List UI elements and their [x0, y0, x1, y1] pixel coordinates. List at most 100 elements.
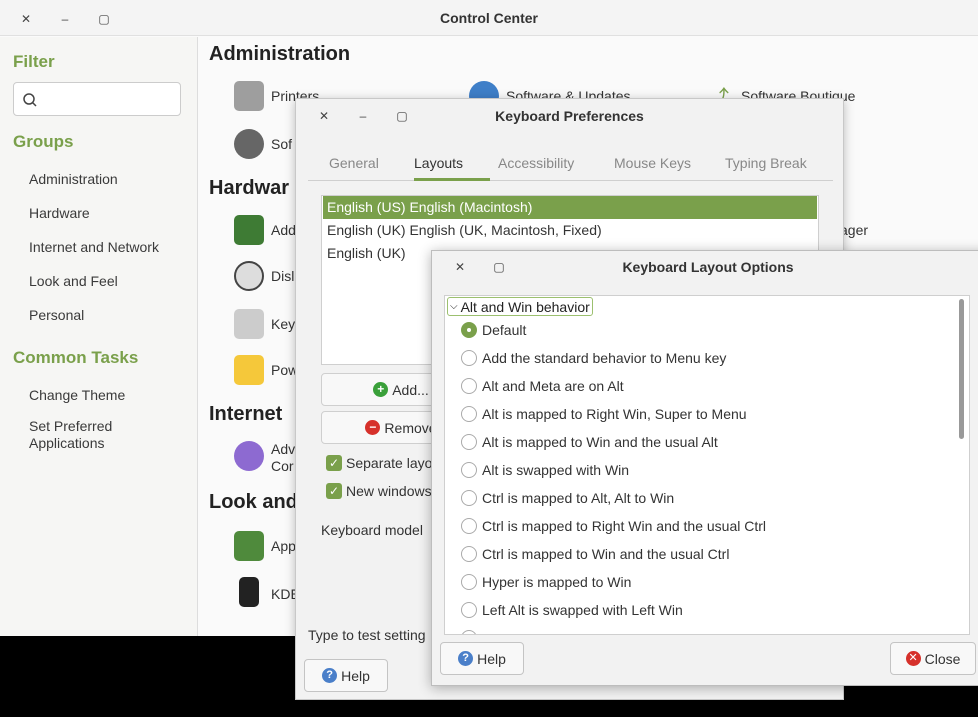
- tab-accessibility[interactable]: Accessibility: [498, 155, 574, 171]
- active-tab-indicator: [414, 178, 490, 181]
- option-alt-meta[interactable]: Alt and Meta are on Alt: [461, 376, 624, 396]
- help-button[interactable]: ? Help: [440, 642, 524, 675]
- option-label: Add the standard behavior to Menu key: [482, 350, 727, 366]
- tab-bar: General Layouts Accessibility Mouse Keys…: [308, 147, 833, 181]
- option-hyper-win[interactable]: Hyper is mapped to Win: [461, 572, 631, 592]
- section-administration: Administration: [209, 43, 351, 65]
- new-windows-label: New windows: [346, 483, 432, 499]
- option-label: Hyper is mapped to Win: [482, 574, 632, 590]
- close-icon: ✕: [905, 651, 921, 666]
- radio: [461, 574, 477, 590]
- radio-checked: [461, 322, 477, 338]
- option-label: Alt is swapped with Win: [482, 462, 630, 478]
- option-default[interactable]: Default: [461, 320, 526, 340]
- separate-layout-checkbox[interactable]: ✓: [326, 455, 342, 471]
- keyboard-layout-options-window: ✕ ▢ Keyboard Layout Options ⌵ Alt and Wi…: [431, 250, 978, 686]
- help-icon: ?: [322, 668, 338, 683]
- item-software-sources[interactable]: Sof: [271, 136, 292, 152]
- group-label: Alt and Win behavior: [460, 298, 590, 315]
- radio: [461, 490, 477, 506]
- tree-group-alt-win[interactable]: ⌵ Alt and Win behavior: [447, 297, 593, 316]
- option-partial[interactable]: [461, 628, 482, 634]
- option-alt-win-usual[interactable]: Alt is mapped to Win and the usual Alt: [461, 432, 718, 452]
- sidebar-item-look-and-feel[interactable]: Look and Feel: [29, 273, 118, 289]
- tab-layouts[interactable]: Layouts: [414, 155, 463, 171]
- option-label: Alt and Meta are on Alt: [482, 378, 624, 394]
- chevron-down-icon: ⌵: [450, 301, 458, 312]
- type-to-test-label: Type to test setting: [308, 627, 426, 643]
- option-menu-key[interactable]: Add the standard behavior to Menu key: [461, 348, 726, 368]
- add-button-label: Add...: [392, 381, 429, 398]
- help-button-label: Help: [341, 667, 370, 684]
- section-internet: Internet: [209, 403, 283, 425]
- new-windows-checkbox[interactable]: ✓: [326, 483, 342, 499]
- sidebar-item-administration[interactable]: Administration: [29, 171, 118, 187]
- scrollbar[interactable]: [957, 297, 965, 633]
- section-hardware: Hardwar: [209, 177, 290, 199]
- item-manager[interactable]: ager: [840, 222, 868, 238]
- item-display[interactable]: Disl: [271, 268, 294, 284]
- printer-icon: [234, 81, 264, 111]
- close-button-label: Close: [924, 650, 961, 667]
- item-appearance[interactable]: App: [271, 538, 296, 554]
- appearance-icon: [234, 531, 264, 561]
- filter-heading: Filter: [13, 52, 55, 71]
- option-label: Alt is mapped to Right Win, Super to Men…: [482, 406, 747, 422]
- control-center-titlebar: ✕ – ▢ Control Center: [0, 0, 978, 36]
- window-title: Keyboard Layout Options: [622, 259, 794, 275]
- radio: [461, 406, 477, 422]
- display-icon: [234, 261, 264, 291]
- option-alt-swapped-win[interactable]: Alt is swapped with Win: [461, 460, 629, 480]
- item-connections[interactable]: Cor: [271, 458, 294, 474]
- option-label: Alt is mapped to Win and the usual Alt: [482, 434, 718, 450]
- option-ctrl-win[interactable]: Ctrl is mapped to Win and the usual Ctrl: [461, 544, 729, 564]
- sidebar-item-hardware[interactable]: Hardware: [29, 205, 90, 221]
- task-change-theme[interactable]: Change Theme: [29, 387, 125, 403]
- option-left-alt-swapped[interactable]: Left Alt is swapped with Left Win: [461, 600, 683, 620]
- option-label: Default: [482, 322, 527, 338]
- option-label: Left Alt is swapped with Left Win: [482, 602, 683, 618]
- keyboard-model-label: Keyboard model: [321, 522, 423, 538]
- item-advanced[interactable]: Adv: [271, 441, 295, 457]
- radio: [461, 434, 477, 450]
- help-icon: ?: [458, 651, 474, 666]
- option-label: Ctrl is mapped to Win and the usual Ctrl: [482, 546, 730, 562]
- separate-layout-label: Separate layo: [346, 455, 433, 471]
- help-button-label: Help: [477, 650, 506, 667]
- network-icon: [234, 441, 264, 471]
- kde-icon: [239, 577, 259, 607]
- plus-icon: +: [373, 382, 389, 397]
- window-title: Keyboard Preferences: [495, 108, 644, 124]
- power-icon: [234, 355, 264, 385]
- sidebar-item-internet-network[interactable]: Internet and Network: [29, 239, 159, 255]
- option-ctrl-right-win[interactable]: Ctrl is mapped to Right Win and the usua…: [461, 516, 766, 536]
- help-button[interactable]: ? Help: [304, 659, 388, 692]
- section-look-and-feel: Look and: [209, 491, 298, 513]
- remove-button-label: Remove: [384, 419, 437, 436]
- option-alt-right-win[interactable]: Alt is mapped to Right Win, Super to Men…: [461, 404, 747, 424]
- search-icon: [23, 93, 37, 107]
- sidebar-item-personal[interactable]: Personal: [29, 307, 84, 323]
- task-set-preferred-applications[interactable]: Set Preferred Applications: [29, 418, 112, 452]
- tab-general[interactable]: General: [329, 155, 379, 171]
- radio: [461, 630, 477, 634]
- tab-typing-break[interactable]: Typing Break: [725, 155, 807, 171]
- options-tree: ⌵ Alt and Win behavior Default Add the s…: [444, 295, 970, 635]
- list-item[interactable]: English (US) English (Macintosh): [323, 196, 817, 219]
- close-button[interactable]: ✕ Close: [890, 642, 976, 675]
- list-item[interactable]: English (UK) English (UK, Macintosh, Fix…: [323, 219, 817, 242]
- radio: [461, 350, 477, 366]
- software-sources-icon: [234, 129, 264, 159]
- option-ctrl-alt-win[interactable]: Ctrl is mapped to Alt, Alt to Win: [461, 488, 674, 508]
- radio: [461, 462, 477, 478]
- item-keyboard[interactable]: Key: [271, 316, 295, 332]
- tab-mouse-keys[interactable]: Mouse Keys: [614, 155, 691, 171]
- common-tasks-heading: Common Tasks: [13, 348, 139, 367]
- keyboard-icon: [234, 309, 264, 339]
- option-label: Ctrl is mapped to Alt, Alt to Win: [482, 490, 675, 506]
- scrollbar-thumb[interactable]: [959, 299, 964, 439]
- item-add[interactable]: Add: [271, 222, 296, 238]
- radio: [461, 602, 477, 618]
- filter-search-input[interactable]: [13, 82, 181, 116]
- radio: [461, 546, 477, 562]
